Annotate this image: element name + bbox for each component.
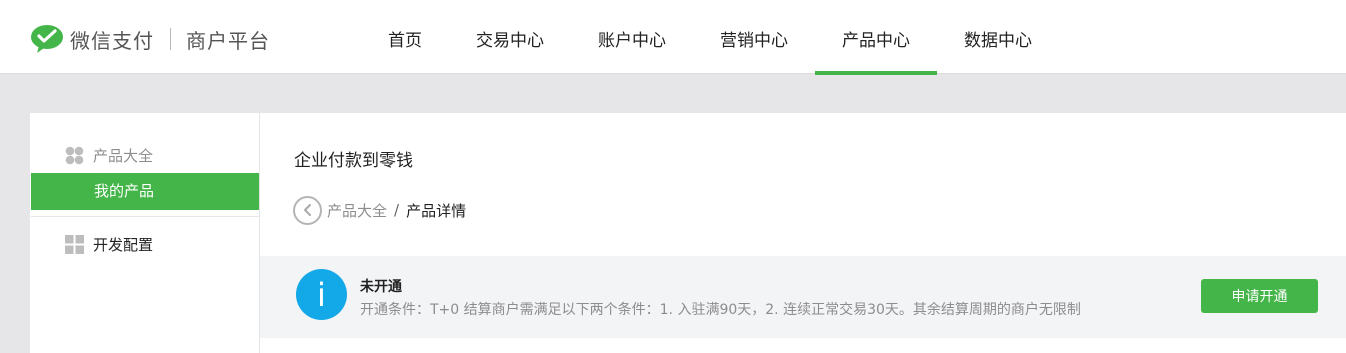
notice-description: 开通条件：T+0 结算商户需满足以下两个条件：1. 入驻满90天，2. 连续正常…	[360, 302, 1081, 318]
nav-home[interactable]: 首页	[361, 0, 449, 74]
sidebar: 产品大全 我的产品 开发配置	[30, 113, 260, 353]
nav-data[interactable]: 数据中心	[937, 0, 1059, 74]
sidebar-divider	[31, 216, 259, 217]
breadcrumb-current: 产品详情	[406, 201, 467, 220]
info-icon: i	[296, 269, 347, 320]
grid-icon	[65, 234, 84, 254]
wechat-pay-logo-icon	[31, 25, 63, 53]
brand-divider	[170, 28, 171, 50]
content-area: 企业付款到零钱 产品大全 / 产品详情 i 未开通 开通条件：T+0 结算商户需…	[260, 113, 1346, 353]
brand-name: 微信支付	[70, 28, 154, 53]
clover-icon	[65, 146, 84, 164]
brand-logo[interactable]: 微信支付 商户平台	[30, 23, 270, 55]
nav-marketing[interactable]: 营销中心	[693, 0, 815, 74]
nav-products[interactable]: 产品中心	[815, 0, 937, 75]
main-nav: 首页 交易中心 账户中心 营销中心 产品中心 数据中心	[361, 0, 1059, 75]
nav-account[interactable]: 账户中心	[571, 0, 693, 74]
nav-transactions[interactable]: 交易中心	[449, 0, 571, 74]
sidebar-dev-label: 开发配置	[93, 235, 154, 254]
brand-subtitle: 商户平台	[186, 28, 270, 53]
status-notice: i 未开通 开通条件：T+0 结算商户需满足以下两个条件：1. 入驻满90天，2…	[260, 256, 1346, 338]
sidebar-group-products[interactable]: 产品大全	[30, 142, 259, 168]
notice-status-title: 未开通	[360, 279, 402, 295]
sidebar-item-dev-config[interactable]: 开发配置	[30, 231, 259, 257]
breadcrumb-parent-link[interactable]: 产品大全	[327, 200, 387, 221]
breadcrumb-separator: /	[394, 201, 400, 219]
sidebar-group-label: 产品大全	[93, 146, 154, 165]
main-panel: 产品大全 我的产品 开发配置 企业付款到零钱 产品大全 / 产品详情 i 未开通…	[30, 113, 1346, 353]
sidebar-item-my-products[interactable]: 我的产品	[31, 173, 259, 210]
breadcrumb: 产品大全 / 产品详情	[293, 195, 466, 225]
apply-open-button[interactable]: 申请开通	[1201, 279, 1318, 313]
top-header: 微信支付 商户平台 首页 交易中心 账户中心 营销中心 产品中心 数据中心	[0, 0, 1346, 75]
chevron-left-icon	[303, 204, 311, 216]
page-title: 企业付款到零钱	[294, 151, 413, 171]
back-button[interactable]	[293, 195, 322, 225]
